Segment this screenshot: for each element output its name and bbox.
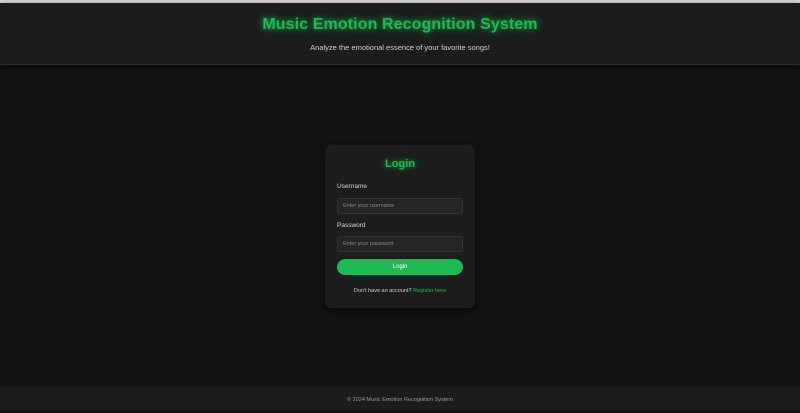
page-subtitle: Analyze the emotional essence of your fa…	[310, 43, 490, 52]
password-label: Password	[337, 222, 366, 229]
site-header: Music Emotion Recognition System Analyze…	[0, 3, 800, 65]
password-input[interactable]	[337, 236, 463, 252]
username-label: Username	[337, 183, 367, 190]
footer-copyright: © 2024 Music Emotion Recognition System	[347, 397, 453, 403]
username-input[interactable]	[337, 198, 463, 214]
register-link[interactable]: Register here	[413, 288, 446, 294]
login-button[interactable]: Login	[337, 259, 463, 275]
login-title: Login	[385, 158, 415, 170]
page-title: Music Emotion Recognition System	[262, 16, 538, 33]
register-prompt-text: Don't have an account?	[353, 288, 414, 294]
login-card: Login Username Password Login Don't have…	[325, 145, 475, 308]
register-prompt: Don't have an account? Register here	[325, 288, 475, 294]
site-footer: © 2024 Music Emotion Recognition System	[0, 387, 800, 411]
